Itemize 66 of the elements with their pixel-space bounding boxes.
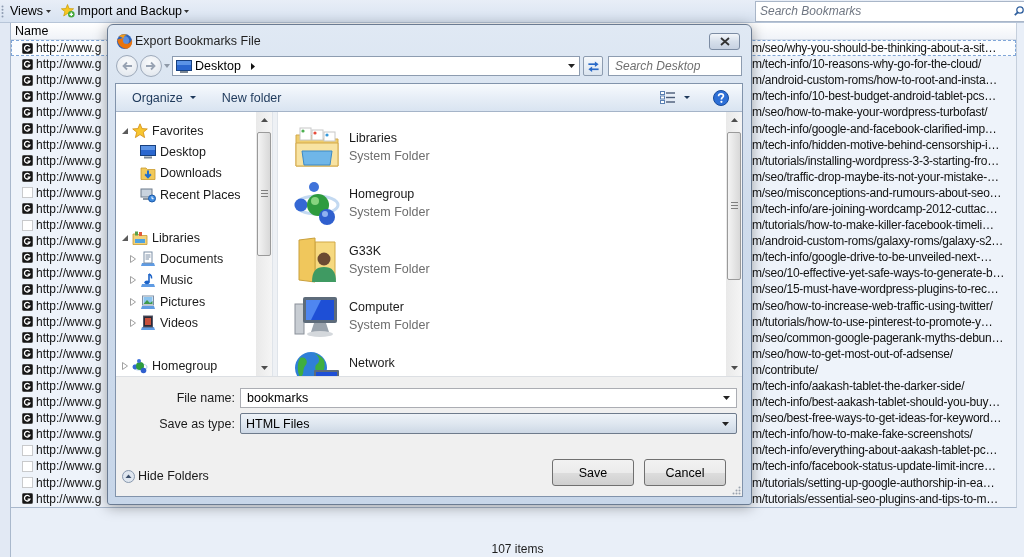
field-label: File name: xyxy=(175,391,236,405)
url-text: http://www.g xyxy=(36,218,102,233)
url-text: m/tech-info/aakash-tablet-the-darker-side/ xyxy=(752,379,965,393)
url-text: m/contribute/ xyxy=(752,362,819,377)
url-text: m/seo/best-free-ways-to-get-ideas-for-keyword… xyxy=(752,411,1002,426)
url-text: m/seo/how-to-get-most-out-of-adsense/ xyxy=(752,346,953,361)
file-type: System Folder xyxy=(349,260,430,278)
url-text: m/seo/common-google-pagerank-myths-debun… xyxy=(752,330,1004,345)
url-text: http://www.g xyxy=(36,266,102,281)
dialog-title: Export Bookmarks File xyxy=(135,34,261,48)
file-type: System Folder xyxy=(349,316,430,334)
url-text: http://www.g xyxy=(36,169,102,184)
url-text: http://www.g xyxy=(36,89,102,104)
url-text: m/tutorials/how-to-use-pinterest-to-promote-y… xyxy=(752,314,993,329)
url-text: m/tech-info/10-reasons-why-go-for-the-cloud/ xyxy=(752,57,982,72)
url-text: m/seo/traffic-drop-maybe-its-not-your-mistake-… xyxy=(752,169,999,184)
url-text: m/tech-info/how-to-make-fake-screenshots/ xyxy=(752,427,973,442)
url-text: m/tech-info/facebook-status-update-limit-incre… xyxy=(752,459,996,474)
url-text: m/seo/how-to-increase-web-traffic-using-twitter/ xyxy=(752,298,993,313)
url-text: http://www.g xyxy=(36,395,102,410)
url-text: http://www.g xyxy=(36,73,102,88)
url-text: http://www.g xyxy=(36,153,102,168)
url-text: http://www.g xyxy=(36,491,102,506)
url-text: http://www.g xyxy=(36,346,102,361)
url-text: m/android-custom-roms/galaxy-roms/galaxy-s2… xyxy=(752,234,1004,249)
url-text: m/tech-info/hidden-motive-behind-censorship-i… xyxy=(752,137,1000,152)
url-text: http://www.g xyxy=(36,57,102,72)
url-text: http://www.g xyxy=(36,250,102,265)
item-count: 107 items xyxy=(491,542,544,556)
url-text: http://www.g xyxy=(36,185,102,200)
url-text: http://www.g xyxy=(36,121,102,136)
url-text: m/tutorials/setting-up-google-authorship-in-ea… xyxy=(752,475,995,490)
url-text: m/tech-info/google-and-facebook-clarified-imp… xyxy=(752,121,997,136)
url-text: http://www.g xyxy=(36,234,102,249)
url-text: m/tech-info/google-drive-to-be-unveiled-next-… xyxy=(752,250,992,265)
url-text: http://www.g xyxy=(36,41,102,56)
url-text: http://www.g xyxy=(36,379,102,393)
url-text: http://www.g xyxy=(36,459,102,474)
url-text: http://www.g xyxy=(36,411,102,426)
url-text: m/seo/misconceptions-and-rumours-about-seo… xyxy=(752,185,1002,200)
url-text: http://www.g xyxy=(36,314,102,329)
url-text: http://www.g xyxy=(36,202,102,216)
url-text: http://www.g xyxy=(36,330,102,345)
url-text: http://www.g xyxy=(36,427,102,442)
url-text: m/seo/10-effective-yet-safe-ways-to-generate-b… xyxy=(752,266,1005,281)
file-type: System Folder xyxy=(349,148,430,166)
url-text: http://www.g xyxy=(36,298,102,313)
url-text: http://www.g xyxy=(36,475,102,490)
url-text: m/android-custom-roms/how-to-root-and-insta… xyxy=(752,73,998,88)
url-text: http://www.g xyxy=(36,105,102,120)
url-text: m/tech-info/everything-about-aakash-tablet-pc… xyxy=(752,443,998,458)
url-text: http://www.g xyxy=(36,282,102,297)
url-text: m/tutorials/how-to-make-killer-facebook-timeli… xyxy=(752,218,994,233)
url-text: m/tech-info/10-best-budget-android-tablet-pcs… xyxy=(752,89,996,104)
url-text: m/seo/15-must-have-wordpress-plugins-to-rec… xyxy=(752,282,999,297)
url-text: http://www.g xyxy=(36,443,102,458)
url-text: m/seo/why-you-should-be-thinking-about-a-sit… xyxy=(752,41,997,56)
url-text: http://www.g xyxy=(36,137,102,152)
file-type: System Folder xyxy=(349,204,430,222)
url-text: m/seo/how-to-make-your-wordpress-turbofast/ xyxy=(752,105,988,120)
url-text: m/tutorials/installing-wordpress-3-3-starting-fro… xyxy=(752,153,999,168)
field-label: Save as type: xyxy=(158,416,236,431)
url-text: http://www.g xyxy=(36,362,102,377)
url-text: m/tech-info/are-joining-wordcamp-2012-cuttac… xyxy=(752,202,998,216)
url-text: m/tutorials/essential-seo-plugins-and-tips-to-m… xyxy=(752,491,999,506)
url-text: m/tech-info/best-aakash-tablet-should-you-buy… xyxy=(752,395,1000,410)
